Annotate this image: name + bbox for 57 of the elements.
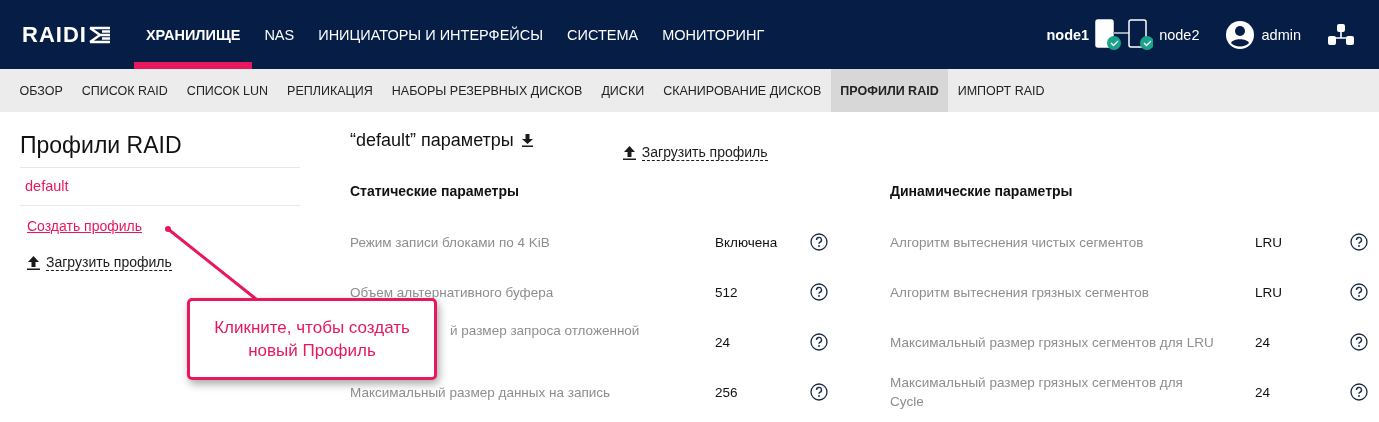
section-heading: Динамические параметры [890, 183, 1074, 199]
parameter-label: Режим записи блоками по 4 KiB [350, 233, 551, 252]
parameter-value: LRU [1255, 284, 1283, 300]
node-label[interactable]: node1 [1046, 26, 1090, 43]
sub-tab[interactable]: СПИСОК LUN [177, 69, 278, 112]
help-icon[interactable] [1350, 233, 1368, 251]
user-avatar-icon[interactable] [1225, 20, 1254, 49]
parameter-value: 24 [1255, 334, 1272, 350]
network-icon[interactable] [1327, 22, 1355, 47]
sub-tab[interactable]: СПИСОК RAID [72, 69, 178, 112]
profile-parameters-title: “default” параметры [350, 130, 514, 151]
help-icon[interactable] [1350, 283, 1368, 301]
sub-tab[interactable]: ПРОФИЛИ RAID [830, 69, 949, 112]
parameter-label: Максимальный размер данных на запись [350, 383, 612, 402]
page-title: Профили RAID [20, 132, 300, 168]
profile-item[interactable]: default [20, 168, 300, 206]
sub-tab[interactable]: ДИСКИ [591, 69, 654, 112]
parameter-value: 512 [715, 284, 739, 300]
help-icon[interactable] [810, 283, 828, 301]
parameter-value: 256 [715, 384, 739, 400]
upload-profile-link[interactable]: Загрузить профиль [46, 254, 172, 271]
sub-tab[interactable]: ОБЗОР [10, 69, 73, 112]
parameter-label: Объем альтернативного буфера [350, 283, 555, 302]
logo-mark-icon [87, 25, 112, 44]
upload-icon [622, 145, 636, 160]
parameter-label: й размер запроса отложенной [450, 322, 641, 340]
nav-tab[interactable]: NAS [252, 0, 307, 69]
parameter-value: 24 [715, 334, 732, 350]
nav-tab[interactable]: СИСТЕМА [555, 0, 651, 69]
upload-icon [27, 255, 40, 270]
user-name[interactable]: admin [1261, 26, 1301, 43]
parameter-value: Включена [715, 234, 779, 250]
cluster-nodes-icon[interactable] [1095, 17, 1154, 52]
help-icon[interactable] [810, 233, 828, 251]
help-icon[interactable] [1350, 383, 1368, 401]
section-heading: Статические параметры [350, 183, 520, 199]
help-icon[interactable] [810, 383, 828, 401]
callout-text: Кликните, чтобы создать новый Профиль [213, 317, 411, 362]
sub-tab[interactable]: РЕПЛИКАЦИЯ [277, 69, 383, 112]
nav-tab[interactable]: ИНИЦИАТОРЫ И ИНТЕРФЕЙСЫ [306, 0, 556, 69]
parameter-label: Алгоритм вытеснения чистых сегментов [890, 233, 1145, 252]
parameter-label: Максимальный размер грязных сегментов для Cycle [890, 374, 1184, 411]
parameter-value: 24 [1255, 384, 1272, 400]
upload-profile-link[interactable]: Загрузить профиль [641, 144, 768, 161]
create-profile-link[interactable]: Создать профиль [27, 218, 143, 234]
sub-tab[interactable]: ИМПОРТ RAID [948, 69, 1055, 112]
help-icon[interactable] [1350, 333, 1368, 351]
parameter-label: Алгоритм вытеснения грязных сегментов [890, 283, 1151, 302]
sub-tab[interactable]: СКАНИРОВАНИЕ ДИСКОВ [653, 69, 831, 112]
sub-tab[interactable]: НАБОРЫ РЕЗЕРВНЫХ ДИСКОВ [382, 69, 592, 112]
help-icon[interactable] [810, 333, 828, 351]
node-label[interactable]: node2 [1159, 26, 1200, 43]
nav-tab[interactable]: МОНИТОРИНГ [650, 0, 777, 69]
parameter-label: Максимальный размер грязных сегментов для LRU [890, 333, 1215, 352]
logo-text: RAIDI [22, 21, 87, 48]
parameter-value: LRU [1255, 234, 1283, 250]
download-icon[interactable] [521, 134, 533, 147]
